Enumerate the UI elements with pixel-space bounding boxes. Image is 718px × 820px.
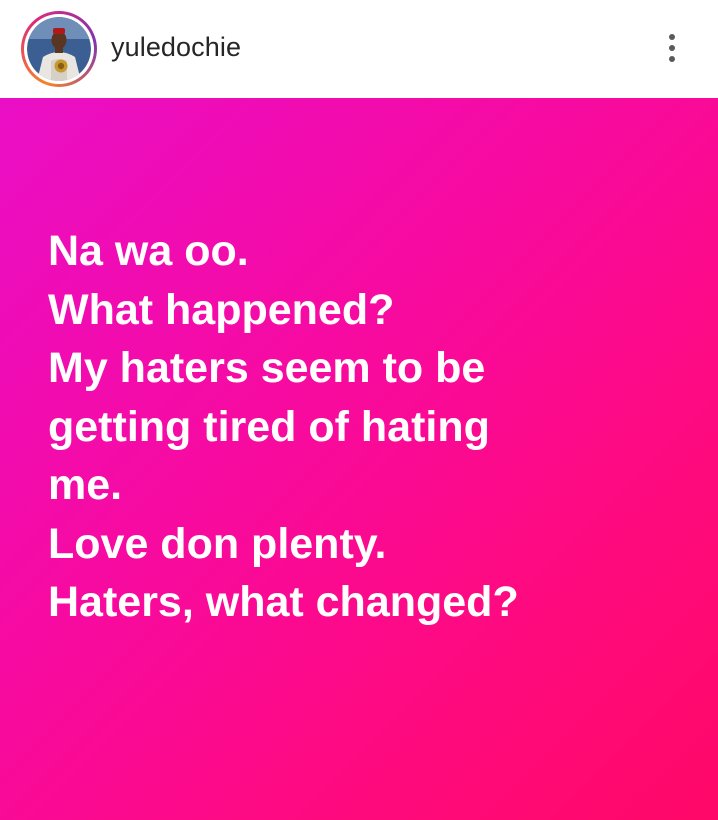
profile-photo-icon xyxy=(27,17,91,81)
avatar[interactable] xyxy=(21,11,97,87)
post-text-line: What happened? xyxy=(48,285,395,334)
post-text-line: Love don plenty. xyxy=(48,519,387,568)
post-text: Na wa oo. What happened? My haters seem … xyxy=(48,222,708,632)
username[interactable]: yuledochie xyxy=(111,31,241,63)
post-image[interactable]: Na wa oo. What happened? My haters seem … xyxy=(0,98,718,820)
post-header: yuledochie xyxy=(0,0,718,98)
more-vertical-icon xyxy=(669,45,675,51)
more-options-button[interactable] xyxy=(655,25,689,71)
post-text-line: me. xyxy=(48,461,123,509)
post-text-line: My haters seem to be xyxy=(48,344,486,392)
post-text-line: Na wa oo. xyxy=(48,227,249,275)
avatar-border xyxy=(24,14,94,84)
more-vertical-icon xyxy=(669,56,675,62)
post-text-line: getting tired of hating xyxy=(48,402,490,451)
post-text-line: Haters, what changed? xyxy=(48,578,519,626)
more-vertical-icon xyxy=(669,34,675,40)
